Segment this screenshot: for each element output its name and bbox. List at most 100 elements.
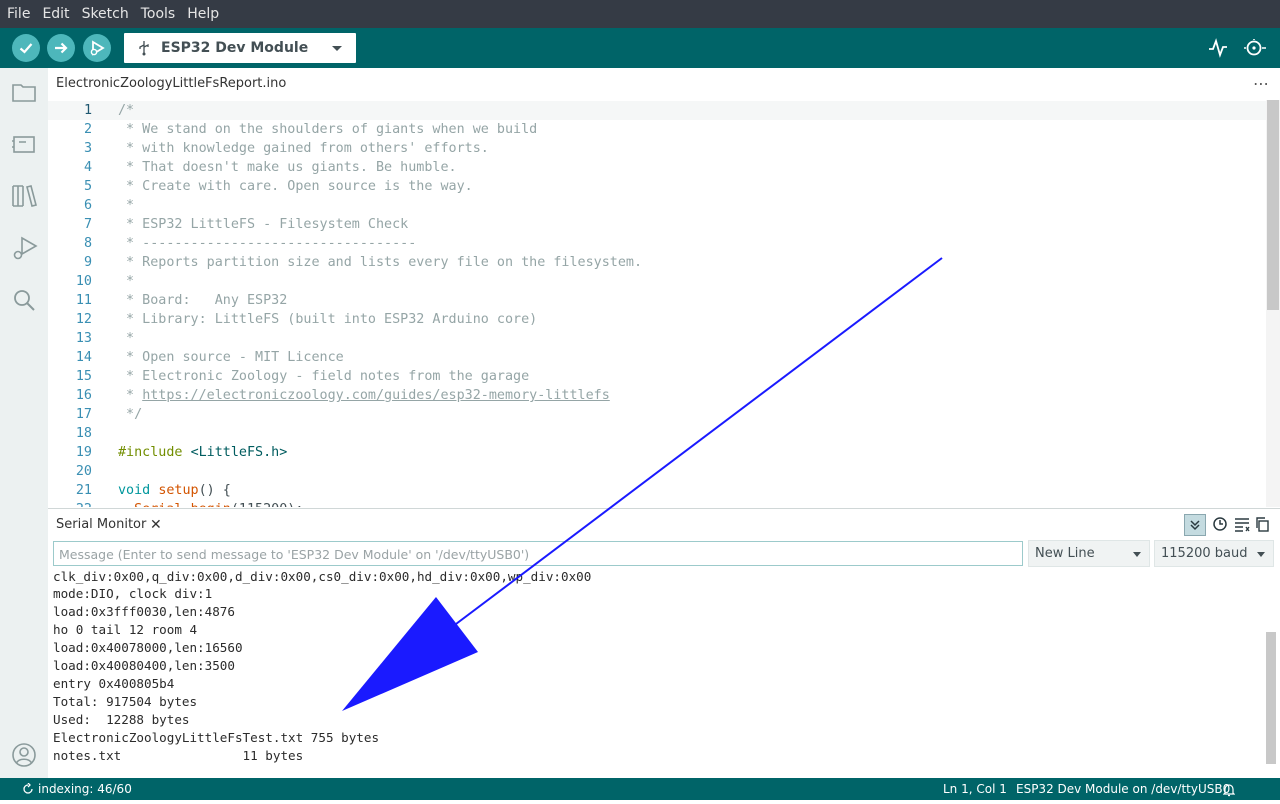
tab-sketch-file[interactable]: ElectronicZoologyLittleFsReport.ino [48,68,295,101]
library-manager-button[interactable] [10,182,38,210]
code-token: () { [198,483,231,498]
code-text: * [118,272,134,291]
line-number: 19 [75,445,92,460]
board-selector[interactable]: ESP32 Dev Module [124,33,356,63]
serial-plotter-button[interactable] [1207,37,1229,63]
code-text: * ---------------------------------- [118,234,416,253]
output-line: notes.txt 11 bytes [53,748,304,763]
code-line: 14 * Open source - MIT Licence [48,348,1266,367]
serial-monitor-title: Serial Monitor [56,517,147,532]
output-line: Used: 12288 bytes [53,712,190,727]
menu-sketch[interactable]: Sketch [76,0,135,28]
code-text: * That doesn't make us giants. Be humble… [118,158,457,177]
serial-output[interactable]: clk_div:0x00,q_div:0x00,d_div:0x00,cs0_d… [48,569,1264,778]
output-scrollbar[interactable] [1266,632,1276,764]
library-icon [12,185,37,207]
upload-button[interactable] [47,34,75,62]
code-token: begin [191,502,231,507]
code-line: 16 * https://electroniczoology.com/guide… [48,386,1266,405]
editor-scrollbar[interactable] [1267,100,1279,310]
serial-monitor-button[interactable] [1242,37,1268,63]
account-button[interactable] [10,741,38,769]
more-icon[interactable]: ⋯ [1253,74,1270,93]
autoscroll-toggle[interactable] [1184,514,1206,536]
code-text: * We stand on the shoulders of giants wh… [118,120,537,139]
code-line: 17 */ [48,405,1266,424]
line-number: 22 [48,500,92,507]
menu-file[interactable]: File [0,0,36,28]
timestamp-toggle[interactable] [1210,514,1230,534]
notifications-button[interactable] [1222,782,1236,804]
menu-edit[interactable]: Edit [36,0,75,28]
code-token: * We stand on the shoulders of giants wh… [118,122,538,137]
line-number: 12 [75,312,92,327]
board-port-status[interactable]: ESP32 Dev Module on /dev/ttyUSB0 [1016,778,1230,800]
code-line: 9 * Reports partition size and lists eve… [48,253,1266,272]
code-token: (115200); [231,502,304,507]
code-token: * Board: Any ESP32 [118,293,288,308]
code-line: 19 #include <LittleFS.h> [48,443,1266,462]
boards-manager-button[interactable] [10,130,38,158]
output-line: load:0x3fff0030,len:4876 [53,604,235,619]
line-number: 8 [83,236,92,251]
output-line: mode:DIO, clock div:1 [53,586,213,601]
output-line: load:0x40078000,len:16560 [53,640,243,655]
debug-view-button[interactable] [10,234,38,262]
verify-button[interactable] [12,34,40,62]
code-token: * ---------------------------------- [118,236,417,251]
baud-rate-value: 115200 baud [1161,546,1248,561]
check-icon [19,43,33,54]
cursor-position[interactable]: Ln 1, Col 1 [943,778,1007,800]
chevron-down-icon [332,46,342,51]
code-text: * [118,329,134,348]
bell-icon [1222,784,1236,797]
code-line: 12 * Library: LittleFS (built into ESP32… [48,310,1266,329]
code-token: * Library: LittleFS (built into ESP32 Ar… [118,312,538,327]
code-line: 5 * Create with care. Open source is the… [48,177,1266,196]
baud-rate-select[interactable]: 115200 baud [1154,540,1274,567]
clear-output-button[interactable] [1232,514,1252,534]
code-line: 22 Serial.begin(115200); [48,500,1266,507]
copy-output-button[interactable] [1252,514,1272,534]
debug-button[interactable] [83,34,111,62]
close-icon[interactable]: ✕ [150,509,162,541]
code-line: 3 * with knowledge gained from others' e… [48,139,1266,158]
board-icon [12,136,35,153]
code-token: * [118,388,143,403]
serial-monitor-header: Serial Monitor ✕ [48,508,1280,541]
search-button[interactable] [10,286,38,314]
line-number: 11 [75,293,92,308]
output-line: ElectronicZoologyLittleFsTest.txt 755 by… [53,730,380,745]
sketchbook-button[interactable] [10,78,38,106]
code-token: * Electronic Zoology - field notes from … [118,369,530,384]
serial-monitor-icon [1244,39,1266,56]
code-editor[interactable]: 1 /* 2 * We stand on the shoulders of gian… [48,100,1266,507]
code-token: */ [118,407,143,422]
code-token: /* [118,103,135,118]
line-number: 18 [75,426,92,441]
code-line: 20 [48,462,1266,481]
line-number: 14 [75,350,92,365]
code-text: * Reports partition size and lists every… [118,253,642,272]
indexing-text: indexing: 46/60 [38,782,132,796]
line-ending-select[interactable]: New Line [1028,540,1150,567]
line-number: 1 [83,103,92,118]
code-text: * ESP32 LittleFS - Filesystem Check [118,215,408,234]
activity-bar [0,68,48,778]
code-token: setup [158,483,199,498]
menu-help[interactable]: Help [181,0,225,28]
status-bar: indexing: 46/60 Ln 1, Col 1 ESP32 Dev Mo… [0,778,1280,800]
code-line: 21 void setup() { [48,481,1266,500]
serial-message-input[interactable]: Message (Enter to send message to 'ESP32… [53,541,1023,566]
code-text: Serial.begin(115200); [118,500,303,507]
line-number: 16 [75,388,92,403]
arrow-right-icon [55,42,68,54]
code-line: 18 [48,424,1266,443]
code-text: * Electronic Zoology - field notes from … [118,367,529,386]
menu-tools[interactable]: Tools [135,0,182,28]
usb-icon [139,41,149,56]
sync-icon [23,783,33,794]
code-line: 1 /* [48,101,1266,120]
